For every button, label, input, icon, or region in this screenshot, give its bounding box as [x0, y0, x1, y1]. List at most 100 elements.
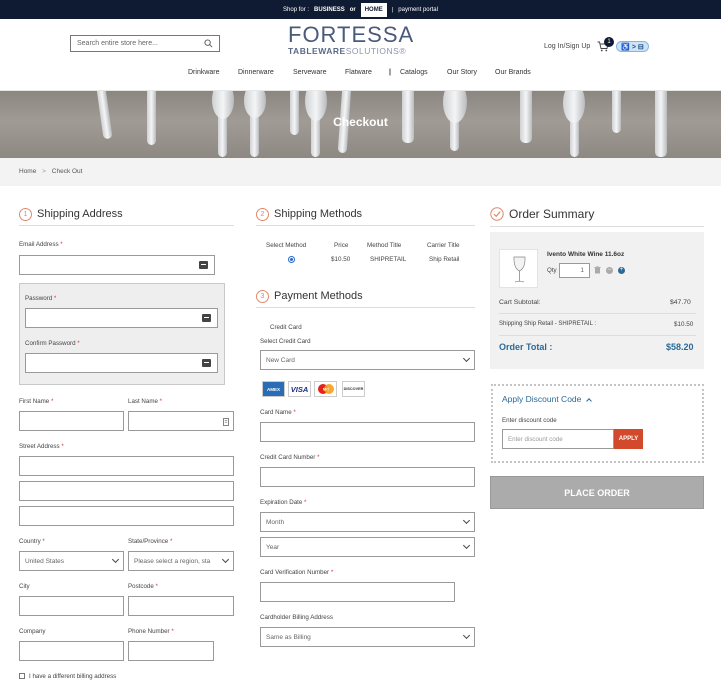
- qty-input[interactable]: 1: [559, 263, 590, 278]
- shipping-methods-header: 2 Shipping Methods: [256, 206, 362, 222]
- search-icon[interactable]: [204, 39, 213, 48]
- logo-wordmark: FORTESSA: [288, 22, 415, 47]
- payment-portal-link[interactable]: payment portal: [398, 7, 438, 13]
- password-field[interactable]: [25, 308, 218, 328]
- card-number-label: Credit Card Number *: [260, 454, 320, 461]
- last-name-field[interactable]: [128, 411, 234, 431]
- col-select-method: Select Method: [266, 242, 307, 249]
- decrease-qty-icon[interactable]: −: [606, 267, 613, 274]
- billing-address-checkbox[interactable]: [19, 673, 25, 679]
- discount-toggle[interactable]: Apply Discount Code: [502, 394, 593, 404]
- accessibility-toggle[interactable]: ♿ > ⊟: [616, 41, 649, 52]
- summary-divider: [499, 313, 696, 314]
- email-label: Email Address *: [19, 241, 63, 248]
- credit-card-select-value: New Card: [266, 356, 295, 364]
- home-link[interactable]: HOME: [360, 2, 387, 17]
- country-value: United States: [25, 557, 65, 565]
- nav-drinkware[interactable]: Drinkware: [188, 69, 220, 76]
- logo-tagline: TABLEWARESOLUTIONS®: [288, 46, 407, 56]
- product-image[interactable]: [499, 249, 538, 288]
- step-2-icon: 2: [256, 207, 269, 221]
- section-divider: [256, 225, 475, 226]
- confirm-password-field[interactable]: [25, 353, 218, 373]
- or-text: or: [349, 6, 356, 13]
- increase-qty-icon[interactable]: +: [618, 267, 625, 274]
- autofill-key-icon[interactable]: [199, 261, 208, 269]
- apply-discount-button[interactable]: APPLY: [614, 429, 643, 449]
- payment-methods-header: 3 Payment Methods: [256, 288, 363, 304]
- chevron-down-icon: [462, 631, 471, 640]
- top-bar: Shop for : BUSINESS or HOME | payment po…: [0, 0, 721, 19]
- search-input[interactable]: Search entire store here...: [77, 40, 158, 47]
- order-total-value: $58.20: [666, 342, 694, 352]
- visa-icon: VISA: [288, 381, 311, 397]
- logo[interactable]: FORTESSA TABLEWARESOLUTIONS®: [288, 24, 413, 58]
- state-value: Please select a region, sta: [134, 557, 211, 565]
- expiration-month-select[interactable]: Month: [260, 512, 475, 532]
- country-label: Country *: [19, 538, 45, 545]
- chevron-down-icon: [221, 555, 230, 564]
- first-name-field[interactable]: [19, 411, 124, 431]
- cvv-label: Card Verification Number *: [260, 569, 334, 576]
- country-select[interactable]: United States: [19, 551, 124, 571]
- expiration-label: Expiration Date *: [260, 499, 307, 506]
- discount-code-input[interactable]: Enter discount code: [502, 429, 614, 449]
- expiration-year-select[interactable]: Year: [260, 537, 475, 557]
- billing-address-checkbox-label[interactable]: I have a different billing address: [29, 673, 116, 680]
- phone-field[interactable]: [128, 641, 214, 661]
- trash-icon[interactable]: [594, 266, 601, 274]
- postcode-field[interactable]: [128, 596, 234, 616]
- business-link[interactable]: BUSINESS: [314, 7, 345, 13]
- search-box[interactable]: Search entire store here...: [70, 35, 220, 52]
- email-field[interactable]: [19, 255, 215, 275]
- shop-for-label: Shop for :: [283, 6, 310, 13]
- city-label: City: [19, 583, 30, 590]
- login-link[interactable]: Log In/Sign Up: [544, 43, 590, 50]
- discount-title: Apply Discount Code: [502, 394, 582, 404]
- street-line-3-field[interactable]: [19, 506, 234, 526]
- nav-serveware[interactable]: Serveware: [293, 69, 326, 76]
- state-select[interactable]: Please select a region, sta: [128, 551, 234, 571]
- credit-card-select[interactable]: New Card: [260, 350, 475, 370]
- summary-divider: [499, 335, 696, 336]
- order-summary-header: Order Summary: [490, 206, 594, 222]
- nav-flatware[interactable]: Flatware: [345, 69, 372, 76]
- billing-address-select[interactable]: Same as Billing: [260, 627, 475, 647]
- last-name-label: Last Name *: [128, 398, 163, 405]
- street-label: Street Address *: [19, 443, 64, 450]
- breadcrumb-arrow: >: [42, 168, 46, 175]
- first-name-label: First Name *: [19, 398, 54, 405]
- billing-address-select-label: Cardholder Billing Address: [260, 614, 333, 621]
- shipping-carrier-title: Ship Retail: [429, 256, 460, 263]
- billing-address-value: Same as Billing: [266, 633, 311, 641]
- step-1-icon: 1: [19, 207, 32, 221]
- section-divider: [490, 226, 704, 227]
- street-line-1-field[interactable]: [19, 456, 234, 476]
- autofill-key-icon[interactable]: [202, 314, 211, 322]
- select-card-label: Select Credit Card: [260, 338, 311, 345]
- city-field[interactable]: [19, 596, 124, 616]
- month-value: Month: [266, 518, 285, 526]
- card-number-field[interactable]: [260, 467, 475, 487]
- street-line-2-field[interactable]: [19, 481, 234, 501]
- card-name-label: Card Name *: [260, 409, 296, 416]
- card-name-field[interactable]: [260, 422, 475, 442]
- breadcrumb-home[interactable]: Home: [19, 168, 36, 175]
- product-name[interactable]: Ivento White Wine 11.6oz: [547, 251, 624, 258]
- nav-our-story[interactable]: Our Story: [447, 69, 477, 76]
- phone-label: Phone Number *: [128, 628, 174, 635]
- place-order-button[interactable]: PLACE ORDER: [490, 476, 704, 509]
- autofill-key-icon[interactable]: [202, 359, 211, 367]
- nav-catalogs[interactable]: Catalogs: [400, 69, 428, 76]
- year-value: Year: [266, 543, 280, 551]
- discount-code-label: Enter discount code: [502, 417, 557, 424]
- nav-dinnerware[interactable]: Dinnerware: [238, 69, 274, 76]
- topbar-separator: |: [391, 6, 394, 13]
- company-field[interactable]: [19, 641, 124, 661]
- nav-our-brands[interactable]: Our Brands: [495, 69, 531, 76]
- cvv-field[interactable]: [260, 582, 455, 602]
- shipping-method-radio[interactable]: [288, 256, 295, 263]
- hero-banner: Checkout: [0, 91, 721, 158]
- page-title: Checkout: [333, 115, 388, 129]
- contact-card-icon[interactable]: [223, 418, 229, 426]
